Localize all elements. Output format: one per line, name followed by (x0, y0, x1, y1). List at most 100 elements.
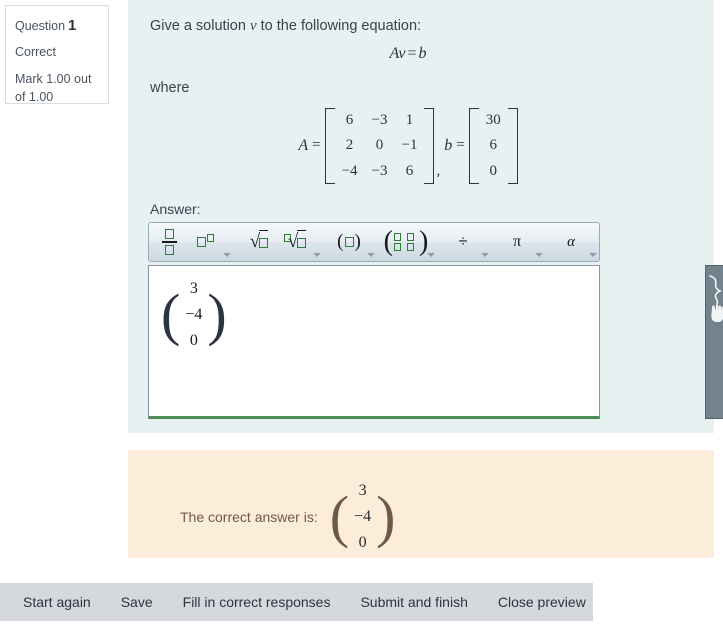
divide-icon: ÷ (458, 233, 468, 250)
bracket-right-icon (424, 108, 435, 184)
matrix-cell: 6 (405, 162, 414, 179)
main-equation: Av = b (128, 45, 688, 63)
matrix-cell: 1 (405, 112, 414, 128)
matrix-row: 0 (479, 159, 508, 184)
toolbar-group-fraction-power (149, 223, 235, 261)
matrix-cell: 0 (489, 162, 497, 179)
question-panel: Give a solution v to the following equat… (128, 0, 723, 433)
start-again-button[interactable]: Start again (12, 594, 102, 610)
question-prompt: Give a solution v to the following equat… (150, 18, 421, 35)
paren-right-icon: ) (376, 484, 396, 550)
correct-answer-row: The correct answer is: ( 3 −4 0 ) (180, 478, 395, 556)
matrix-definitions: A = 6 −3 1 2 0 −1 −4 −3 6 , b = 30 6 0 (128, 108, 688, 184)
matrix-a-brackets: 6 −3 1 2 0 −1 −4 −3 6 (324, 108, 435, 184)
question-info-box: Question 1 Correct Mark 1.00 out of 1.00 (5, 5, 109, 104)
matrix-a-label: A (298, 136, 309, 154)
action-bar: Start again Save Fill in correct respons… (0, 583, 593, 621)
nth-root-button[interactable]: √ (277, 225, 313, 259)
matrix-a-equals: = (312, 137, 321, 154)
prompt-text-after: to the following equation: (260, 18, 422, 34)
answer-vector-value: −4 (185, 305, 203, 323)
paren-left-icon: ( (161, 282, 181, 348)
greek-alpha-button[interactable]: α (553, 225, 589, 259)
bracket-right-icon (507, 108, 518, 184)
matrix-cell: 30 (485, 112, 501, 128)
vector-b-label: b (444, 136, 453, 154)
question-label: Question (15, 19, 66, 33)
matrix-cell: 6 (489, 137, 497, 154)
toolbar-group-constants: π (497, 223, 547, 261)
correct-answer-values: 3 −4 0 (349, 478, 376, 556)
parenthesis-button[interactable]: () (331, 225, 367, 259)
matrix-cell: −4 (341, 162, 358, 179)
question-number-line: Question 1 (15, 14, 99, 37)
answer-input[interactable]: ( 3 −4 0 ) (148, 265, 600, 419)
feedback-panel: The correct answer is: ( 3 −4 0 ) (128, 450, 714, 558)
matrix-row: −4 −3 6 (335, 159, 425, 184)
chevron-down-icon[interactable] (589, 253, 597, 257)
question-state: Correct (15, 45, 56, 60)
superscript-button[interactable] (187, 225, 223, 259)
submit-and-finish-button[interactable]: Submit and finish (349, 594, 478, 610)
matrix-separator: , (436, 162, 441, 179)
correct-answer-value: 3 (358, 482, 367, 499)
prompt-text-before: Give a solution (150, 18, 246, 34)
equation-equals-sign: = (407, 45, 417, 62)
chevron-down-icon[interactable] (367, 253, 375, 257)
save-button[interactable]: Save (110, 594, 164, 610)
chevron-down-icon[interactable] (223, 253, 231, 257)
answer-vector: ( 3 −4 0 ) (161, 276, 227, 354)
question-number: 1 (68, 17, 77, 34)
chevron-down-icon[interactable] (427, 253, 435, 257)
prompt-variable: v (249, 18, 257, 34)
square-root-button[interactable]: √ (241, 225, 277, 259)
correct-answer-value: 0 (358, 533, 367, 551)
answer-label: Answer: (150, 201, 201, 217)
toolbar-group-operators: ÷ (443, 223, 493, 261)
nth-root-icon: √ (283, 230, 307, 253)
hand-squiggle-icon (709, 275, 723, 322)
matrix-row: 6 (479, 133, 508, 158)
chevron-down-icon[interactable] (481, 253, 489, 257)
vector-b-equals: = (456, 137, 465, 154)
answer-vector-value: 0 (189, 331, 198, 349)
divide-button[interactable]: ÷ (445, 225, 481, 259)
vector-b-brackets: 30 6 0 (468, 108, 518, 184)
paren-left-icon: ( (329, 484, 350, 550)
matrix-row: 2 0 −1 (335, 133, 425, 158)
chevron-down-icon[interactable] (535, 253, 543, 257)
superscript-icon (196, 234, 214, 247)
toolbar-group-parenthesis: () (329, 223, 379, 261)
alpha-symbol-icon: α (567, 233, 575, 250)
matrix-a-table: 6 −3 1 2 0 −1 −4 −3 6 (335, 108, 425, 184)
matrix-button[interactable]: ( ) (383, 225, 429, 259)
equation-editor-toolbar: √ √ () () ÷ π α (148, 222, 600, 262)
answer-vector-value: 3 (189, 280, 198, 297)
matrix-cell: −3 (371, 162, 388, 179)
toolbar-group-roots: √ √ (239, 223, 325, 261)
close-preview-button[interactable]: Close preview (487, 594, 597, 610)
toolbar-group-greek: α (551, 223, 599, 261)
matrix-cell: −1 (401, 137, 418, 154)
matrix-row: 6 −3 1 (335, 108, 425, 133)
matrix-icon: ( ) (383, 225, 429, 257)
matrix-row: 30 (479, 108, 508, 133)
resize-drag-handle[interactable] (705, 265, 723, 419)
correct-answer-value: −4 (354, 507, 372, 525)
bracket-left-icon (468, 108, 479, 184)
fraction-button[interactable] (151, 225, 187, 259)
answer-vector-values: 3 −4 0 (180, 276, 207, 354)
correct-answer-vector: ( 3 −4 0 ) (330, 478, 396, 556)
equation-vector-v: v (398, 45, 406, 62)
fraction-icon (161, 229, 177, 255)
correct-answer-label: The correct answer is: (180, 508, 318, 525)
chevron-down-icon[interactable] (313, 253, 321, 257)
fill-correct-responses-button[interactable]: Fill in correct responses (172, 594, 342, 610)
pi-button[interactable]: π (499, 225, 535, 259)
vector-b-table: 30 6 0 (479, 108, 508, 184)
parenthesis-icon: () (337, 231, 361, 252)
square-root-icon: √ (250, 230, 269, 253)
matrix-cell: −3 (371, 112, 388, 128)
question-grade: Mark 1.00 out of 1.00 (15, 71, 92, 105)
bracket-left-icon (324, 108, 335, 184)
